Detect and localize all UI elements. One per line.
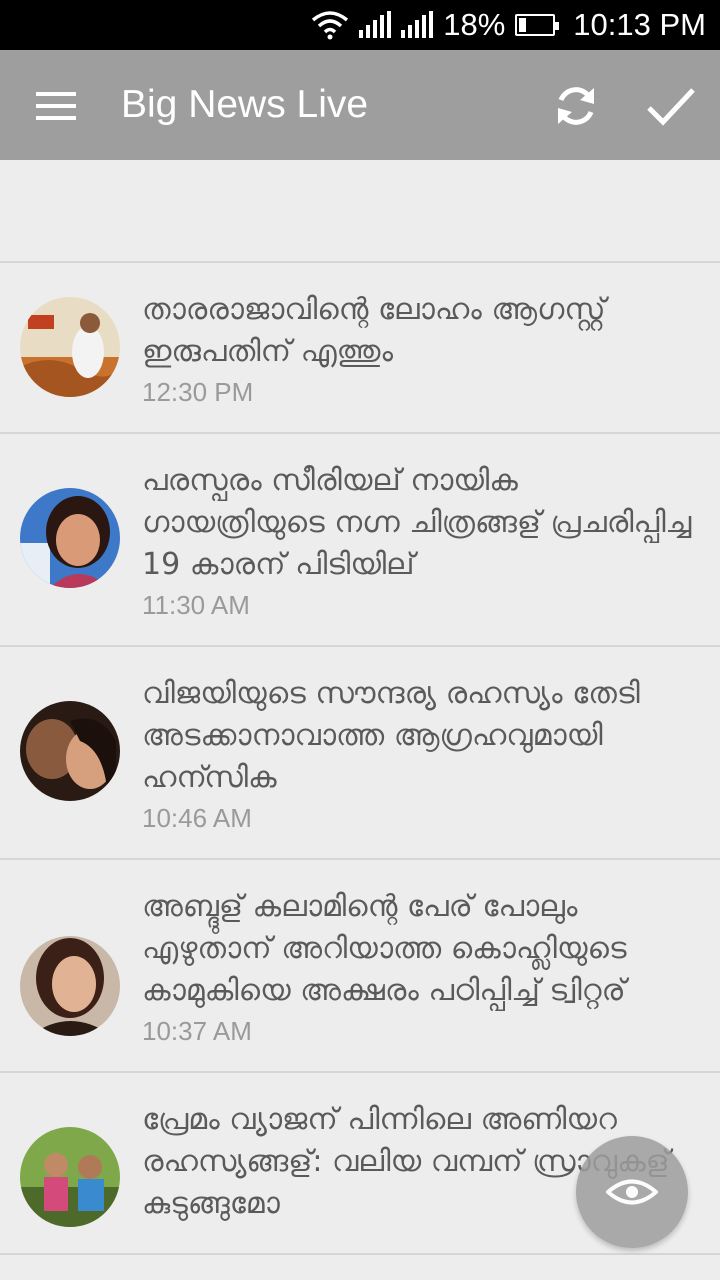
news-item[interactable]: പരസ്പരം സീരിയല് നായിക ഗായത്രിയുടെ നഗ്ന ച…	[0, 434, 720, 647]
signal-icon-2	[401, 11, 434, 38]
news-headline: താരരാജാവിന്റെ ലോഹം ആഗസ്റ്റ് ഇരുപതിന് എത്…	[142, 292, 606, 369]
app-title: Big News Live	[121, 83, 369, 126]
news-thumbnail	[20, 936, 120, 1036]
wifi-icon	[312, 11, 349, 40]
news-headline: പരസ്പരം സീരിയല് നായിക ഗായത്രിയുടെ നഗ്ന ച…	[142, 463, 692, 582]
news-time: 12:30 PM	[142, 377, 254, 407]
news-time: 10:37 AM	[142, 1016, 252, 1046]
check-icon[interactable]	[646, 84, 696, 128]
news-thumbnail	[20, 1127, 120, 1227]
news-time: 11:30 AM	[142, 590, 250, 620]
battery-icon	[515, 14, 560, 36]
battery-percent: 18%	[443, 7, 506, 42]
list-header-spacer	[0, 160, 720, 263]
clock: 10:13 PM	[573, 7, 706, 42]
news-thumbnail	[20, 488, 120, 588]
fab-view-button[interactable]	[576, 1136, 688, 1248]
news-thumbnail	[20, 297, 120, 397]
news-item[interactable]: വിജയിയുടെ സൗന്ദര്യ രഹസ്യം തേടി അടക്കാനാവ…	[0, 647, 720, 860]
news-list: താരരാജാവിന്റെ ലോഹം ആഗസ്റ്റ് ഇരുപതിന് എത്…	[0, 160, 720, 1255]
status-bar: 18% 10:13 PM	[0, 0, 720, 50]
news-thumbnail	[20, 701, 120, 801]
app-bar: Big News Live	[0, 50, 720, 160]
news-headline: വിജയിയുടെ സൗന്ദര്യ രഹസ്യം തേടി അടക്കാനാവ…	[142, 676, 640, 795]
news-headline: അബ്ദുള് കലാമിന്റെ പേര് പോലും എഴുതാന് അറി…	[142, 889, 627, 1008]
refresh-icon[interactable]	[552, 82, 600, 130]
eye-icon	[606, 1179, 658, 1205]
signal-icon	[359, 11, 392, 38]
news-item[interactable]: താരരാജാവിന്റെ ലോഹം ആഗസ്റ്റ് ഇരുപതിന് എത്…	[0, 263, 720, 434]
news-time: 10:46 AM	[142, 803, 252, 833]
hamburger-menu-icon[interactable]	[36, 92, 76, 122]
news-item[interactable]: അബ്ദുള് കലാമിന്റെ പേര് പോലും എഴുതാന് അറി…	[0, 860, 720, 1073]
